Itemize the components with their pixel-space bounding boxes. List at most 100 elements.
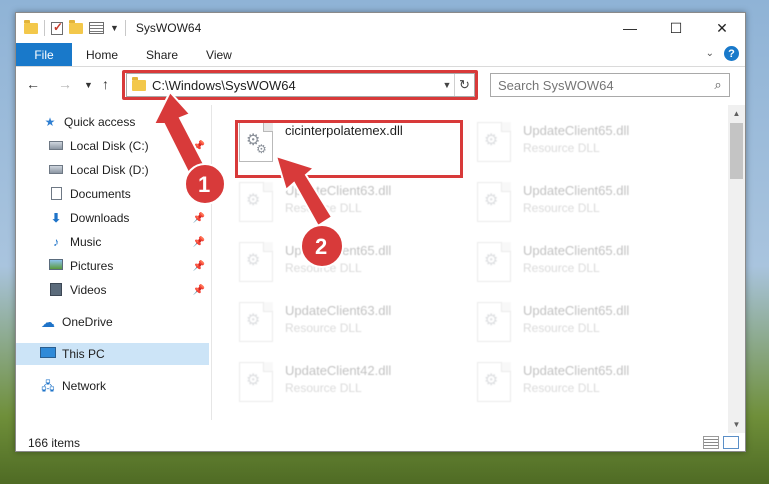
file-name: UpdateClient65.dll bbox=[523, 183, 630, 198]
search-input[interactable] bbox=[498, 77, 707, 93]
search-box[interactable]: ⌕ bbox=[490, 73, 730, 97]
file-item[interactable]: ⚙ UpdateClient65.dll Resource DLL bbox=[469, 179, 699, 231]
sidebar-item-local-disk-c[interactable]: Local Disk (C:) 📌 bbox=[16, 135, 209, 157]
folder-icon bbox=[24, 19, 38, 34]
details-view-icon[interactable] bbox=[703, 436, 719, 449]
gear-icon: ⚙ bbox=[484, 252, 499, 269]
large-icons-view-icon[interactable] bbox=[723, 436, 739, 449]
customize-toolbar-chevron-icon[interactable]: ▼ bbox=[110, 23, 119, 33]
sidebar-item-downloads[interactable]: ⬇ Downloads 📌 bbox=[16, 207, 209, 229]
gear-icon: ⚙ bbox=[484, 312, 499, 329]
download-icon: ⬇ bbox=[50, 211, 62, 225]
sidebar-item-this-pc[interactable]: This PC bbox=[16, 343, 209, 365]
file-name: UpdateClient42.dll bbox=[285, 363, 392, 378]
sidebar-item-label: Network bbox=[62, 379, 107, 393]
window-title: SysWOW64 bbox=[135, 21, 202, 35]
tab-home[interactable]: Home bbox=[72, 43, 132, 66]
sidebar-item-label: Music bbox=[70, 235, 102, 249]
pin-icon[interactable]: 📌 bbox=[193, 237, 205, 248]
pictures-icon bbox=[48, 259, 64, 273]
scroll-up-icon[interactable]: ▲ bbox=[728, 105, 745, 122]
sidebar-item-label: Documents bbox=[70, 187, 131, 201]
disk-icon bbox=[48, 139, 64, 153]
properties-check-icon[interactable] bbox=[51, 20, 63, 35]
star-icon: ★ bbox=[44, 115, 56, 129]
search-icon[interactable]: ⌕ bbox=[707, 77, 729, 93]
dll-file-icon: ⚙ bbox=[239, 362, 273, 402]
tab-file[interactable]: File bbox=[16, 43, 72, 66]
dll-file-icon: ⚙ bbox=[477, 362, 511, 402]
ribbon-right-controls: ⌄ ? bbox=[706, 46, 739, 61]
sidebar-item-network[interactable]: 🖧 Network bbox=[16, 375, 209, 397]
scrollbar-thumb[interactable] bbox=[730, 123, 743, 179]
file-name: UpdateClient65.dll bbox=[523, 123, 630, 138]
sidebar-item-pictures[interactable]: Pictures 📌 bbox=[16, 255, 209, 277]
up-arrow-icon[interactable]: ↑ bbox=[102, 76, 109, 92]
file-name: UpdateClient65.dll bbox=[523, 243, 630, 258]
file-list: ⚙ ⚙ cicinterpolatemex.dll ⚙ UpdateClient… bbox=[213, 105, 728, 420]
expand-ribbon-chevron-icon[interactable]: ⌄ bbox=[706, 48, 714, 59]
pc-icon bbox=[40, 347, 56, 361]
dll-file-icon: ⚙ bbox=[239, 302, 273, 342]
file-type: Resource DLL bbox=[285, 261, 362, 275]
file-type: Resource DLL bbox=[523, 261, 600, 275]
gear-icon: ⚙ bbox=[246, 372, 261, 389]
sidebar-item-documents[interactable]: Documents bbox=[16, 183, 209, 205]
title-bar: ▼ SysWOW64 — ☐ ✕ bbox=[16, 13, 745, 43]
maximize-button[interactable]: ☐ bbox=[653, 13, 699, 43]
scroll-down-icon[interactable]: ▼ bbox=[728, 416, 745, 433]
view-buttons bbox=[703, 436, 739, 449]
gear-icon: ⚙ bbox=[246, 252, 261, 269]
back-arrow-icon[interactable]: ← bbox=[26, 76, 40, 92]
sidebar-item-label: This PC bbox=[62, 347, 105, 361]
sidebar-item-videos[interactable]: Videos 📌 bbox=[16, 279, 209, 301]
file-item[interactable]: ⚙ UpdateClient65.dll Resource DLL bbox=[469, 119, 699, 171]
file-type: Resource DLL bbox=[523, 201, 600, 215]
file-name: UpdateClient65.dll bbox=[523, 363, 630, 378]
toolbar-divider bbox=[44, 20, 45, 36]
properties-icon[interactable] bbox=[89, 22, 104, 34]
dll-file-icon: ⚙ bbox=[477, 122, 511, 162]
network-icon: 🖧 bbox=[41, 379, 55, 393]
file-type: Resource DLL bbox=[523, 141, 600, 155]
status-bar: 166 items bbox=[16, 433, 745, 452]
pin-icon[interactable]: 📌 bbox=[193, 285, 205, 296]
tab-view[interactable]: View bbox=[192, 43, 246, 66]
file-item[interactable]: ⚙ UpdateClient63.dll Resource DLL bbox=[231, 299, 461, 351]
file-item[interactable]: ⚙ UpdateClient42.dll Resource DLL bbox=[231, 359, 461, 411]
sidebar-item-local-disk-d[interactable]: Local Disk (D:) bbox=[16, 159, 209, 181]
forward-arrow-icon[interactable]: → bbox=[58, 76, 72, 92]
file-type: Resource DLL bbox=[285, 381, 362, 395]
file-highlight-box bbox=[235, 120, 463, 178]
pin-icon[interactable]: 📌 bbox=[193, 261, 205, 272]
music-icon: ♪ bbox=[53, 235, 59, 249]
help-icon[interactable]: ? bbox=[724, 46, 739, 61]
pin-icon[interactable]: 📌 bbox=[193, 141, 205, 152]
vertical-scrollbar[interactable]: ▲ ▼ bbox=[728, 105, 745, 433]
close-button[interactable]: ✕ bbox=[699, 13, 745, 43]
file-name: UpdateClient63.dll bbox=[285, 303, 392, 318]
address-bar-highlight bbox=[122, 70, 478, 100]
sidebar-item-label: Quick access bbox=[64, 115, 136, 129]
tab-share[interactable]: Share bbox=[132, 43, 192, 66]
minimize-button[interactable]: — bbox=[607, 13, 653, 43]
sidebar-item-onedrive[interactable]: ☁ OneDrive bbox=[16, 311, 209, 333]
sidebar-item-quick-access[interactable]: ★ Quick access bbox=[16, 111, 209, 133]
file-item[interactable]: ⚙ UpdateClient65.dll Resource DLL bbox=[469, 299, 699, 351]
new-folder-icon[interactable] bbox=[69, 19, 83, 34]
file-item[interactable]: ⚙ UpdateClient65.dll Resource DLL bbox=[469, 239, 699, 291]
dll-file-icon: ⚙ bbox=[239, 182, 273, 222]
pin-icon[interactable]: 📌 bbox=[193, 213, 205, 224]
sidebar-item-label: Local Disk (D:) bbox=[70, 163, 149, 177]
file-name: UpdateClient63.dll bbox=[285, 183, 392, 198]
sidebar-item-music[interactable]: ♪ Music 📌 bbox=[16, 231, 209, 253]
file-item[interactable]: ⚙ UpdateClient65.dll Resource DLL bbox=[469, 359, 699, 411]
file-item[interactable]: ⚙ UpdateClient63.dll Resource DLL bbox=[231, 179, 461, 231]
file-type: Resource DLL bbox=[285, 201, 362, 215]
item-count: 166 items bbox=[28, 435, 81, 450]
navigation-bar: ← → ▼ ↑ C:\Windows\SysWOW64 ▼ ↻ ⌕ bbox=[16, 68, 745, 102]
file-item[interactable]: ⚙ UpdateClient65.dll Resource DLL bbox=[231, 239, 461, 291]
ribbon-tabs: File Home Share View ⌄ ? bbox=[16, 43, 745, 67]
quick-access-toolbar: ▼ bbox=[24, 19, 126, 36]
recent-locations-chevron-icon[interactable]: ▼ bbox=[84, 80, 93, 90]
